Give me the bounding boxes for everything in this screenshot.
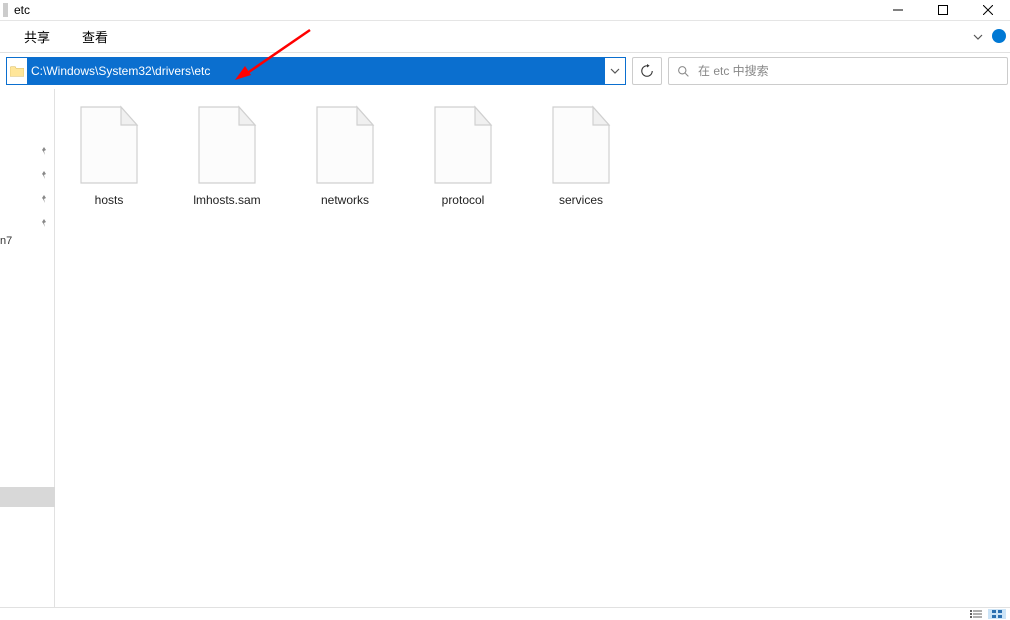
pin-icon [40,195,48,203]
pinned-item[interactable] [40,163,48,187]
file-name-label: hosts [65,193,153,207]
address-toolbar [0,53,1010,89]
title-bar: etc [0,0,1010,21]
status-bar [0,607,1010,620]
address-input[interactable] [27,58,605,84]
file-grid: hosts lmhosts.sam netw [65,105,1000,207]
minimize-icon [893,5,903,15]
file-name-label: networks [301,193,389,207]
maximize-button[interactable] [920,0,965,20]
details-view-icon [970,610,982,618]
pin-icon [40,219,48,227]
tab-share[interactable]: 共享 [14,21,60,52]
pin-icon [40,147,48,155]
help-button[interactable] [992,29,1006,43]
file-item-protocol[interactable]: protocol [419,105,507,207]
pin-icon [40,171,48,179]
address-history-dropdown[interactable] [605,58,625,84]
search-icon [677,65,690,78]
minimize-button[interactable] [875,0,920,20]
details-view-button[interactable] [967,609,985,619]
pinned-item[interactable] [40,139,48,163]
file-item-lmhosts[interactable]: lmhosts.sam [183,105,271,207]
file-icon [313,105,377,185]
pinned-item[interactable] [40,211,48,235]
file-icon [77,105,141,185]
file-icon [549,105,613,185]
maximize-icon [938,5,948,15]
close-icon [983,5,993,15]
ribbon-chevron-button[interactable] [970,30,986,44]
file-item-hosts[interactable]: hosts [65,105,153,207]
ribbon-tabs: 共享 查看 [0,21,1010,53]
title-app-icon [3,3,8,17]
tab-view[interactable]: 查看 [72,21,118,52]
file-item-services[interactable]: services [537,105,625,207]
ribbon-right-controls [970,21,1010,52]
file-item-networks[interactable]: networks [301,105,389,207]
address-bar[interactable] [6,57,626,85]
window-title: etc [14,3,875,17]
file-icon [195,105,259,185]
address-folder-icon [7,58,27,84]
search-box[interactable] [668,57,1008,85]
file-name-label: protocol [419,193,507,207]
search-input[interactable] [698,64,999,78]
close-button[interactable] [965,0,1010,20]
file-name-label: lmhosts.sam [183,193,271,207]
sidebar-partial-text: n7 [0,235,12,247]
refresh-button[interactable] [632,57,662,85]
icons-view-icon [992,610,1002,618]
navigation-sidebar[interactable]: n7 [0,89,55,607]
sidebar-selected-item[interactable] [0,487,55,507]
quick-access-pins [40,139,48,235]
window-controls [875,0,1010,20]
file-view[interactable]: hosts lmhosts.sam netw [55,89,1010,607]
content-area: n7 hosts lmh [0,89,1010,607]
chevron-down-icon [973,33,983,41]
chevron-down-icon [610,67,620,75]
file-icon [431,105,495,185]
refresh-icon [640,64,654,78]
pinned-item[interactable] [40,187,48,211]
file-name-label: services [537,193,625,207]
icons-view-button[interactable] [988,609,1006,619]
